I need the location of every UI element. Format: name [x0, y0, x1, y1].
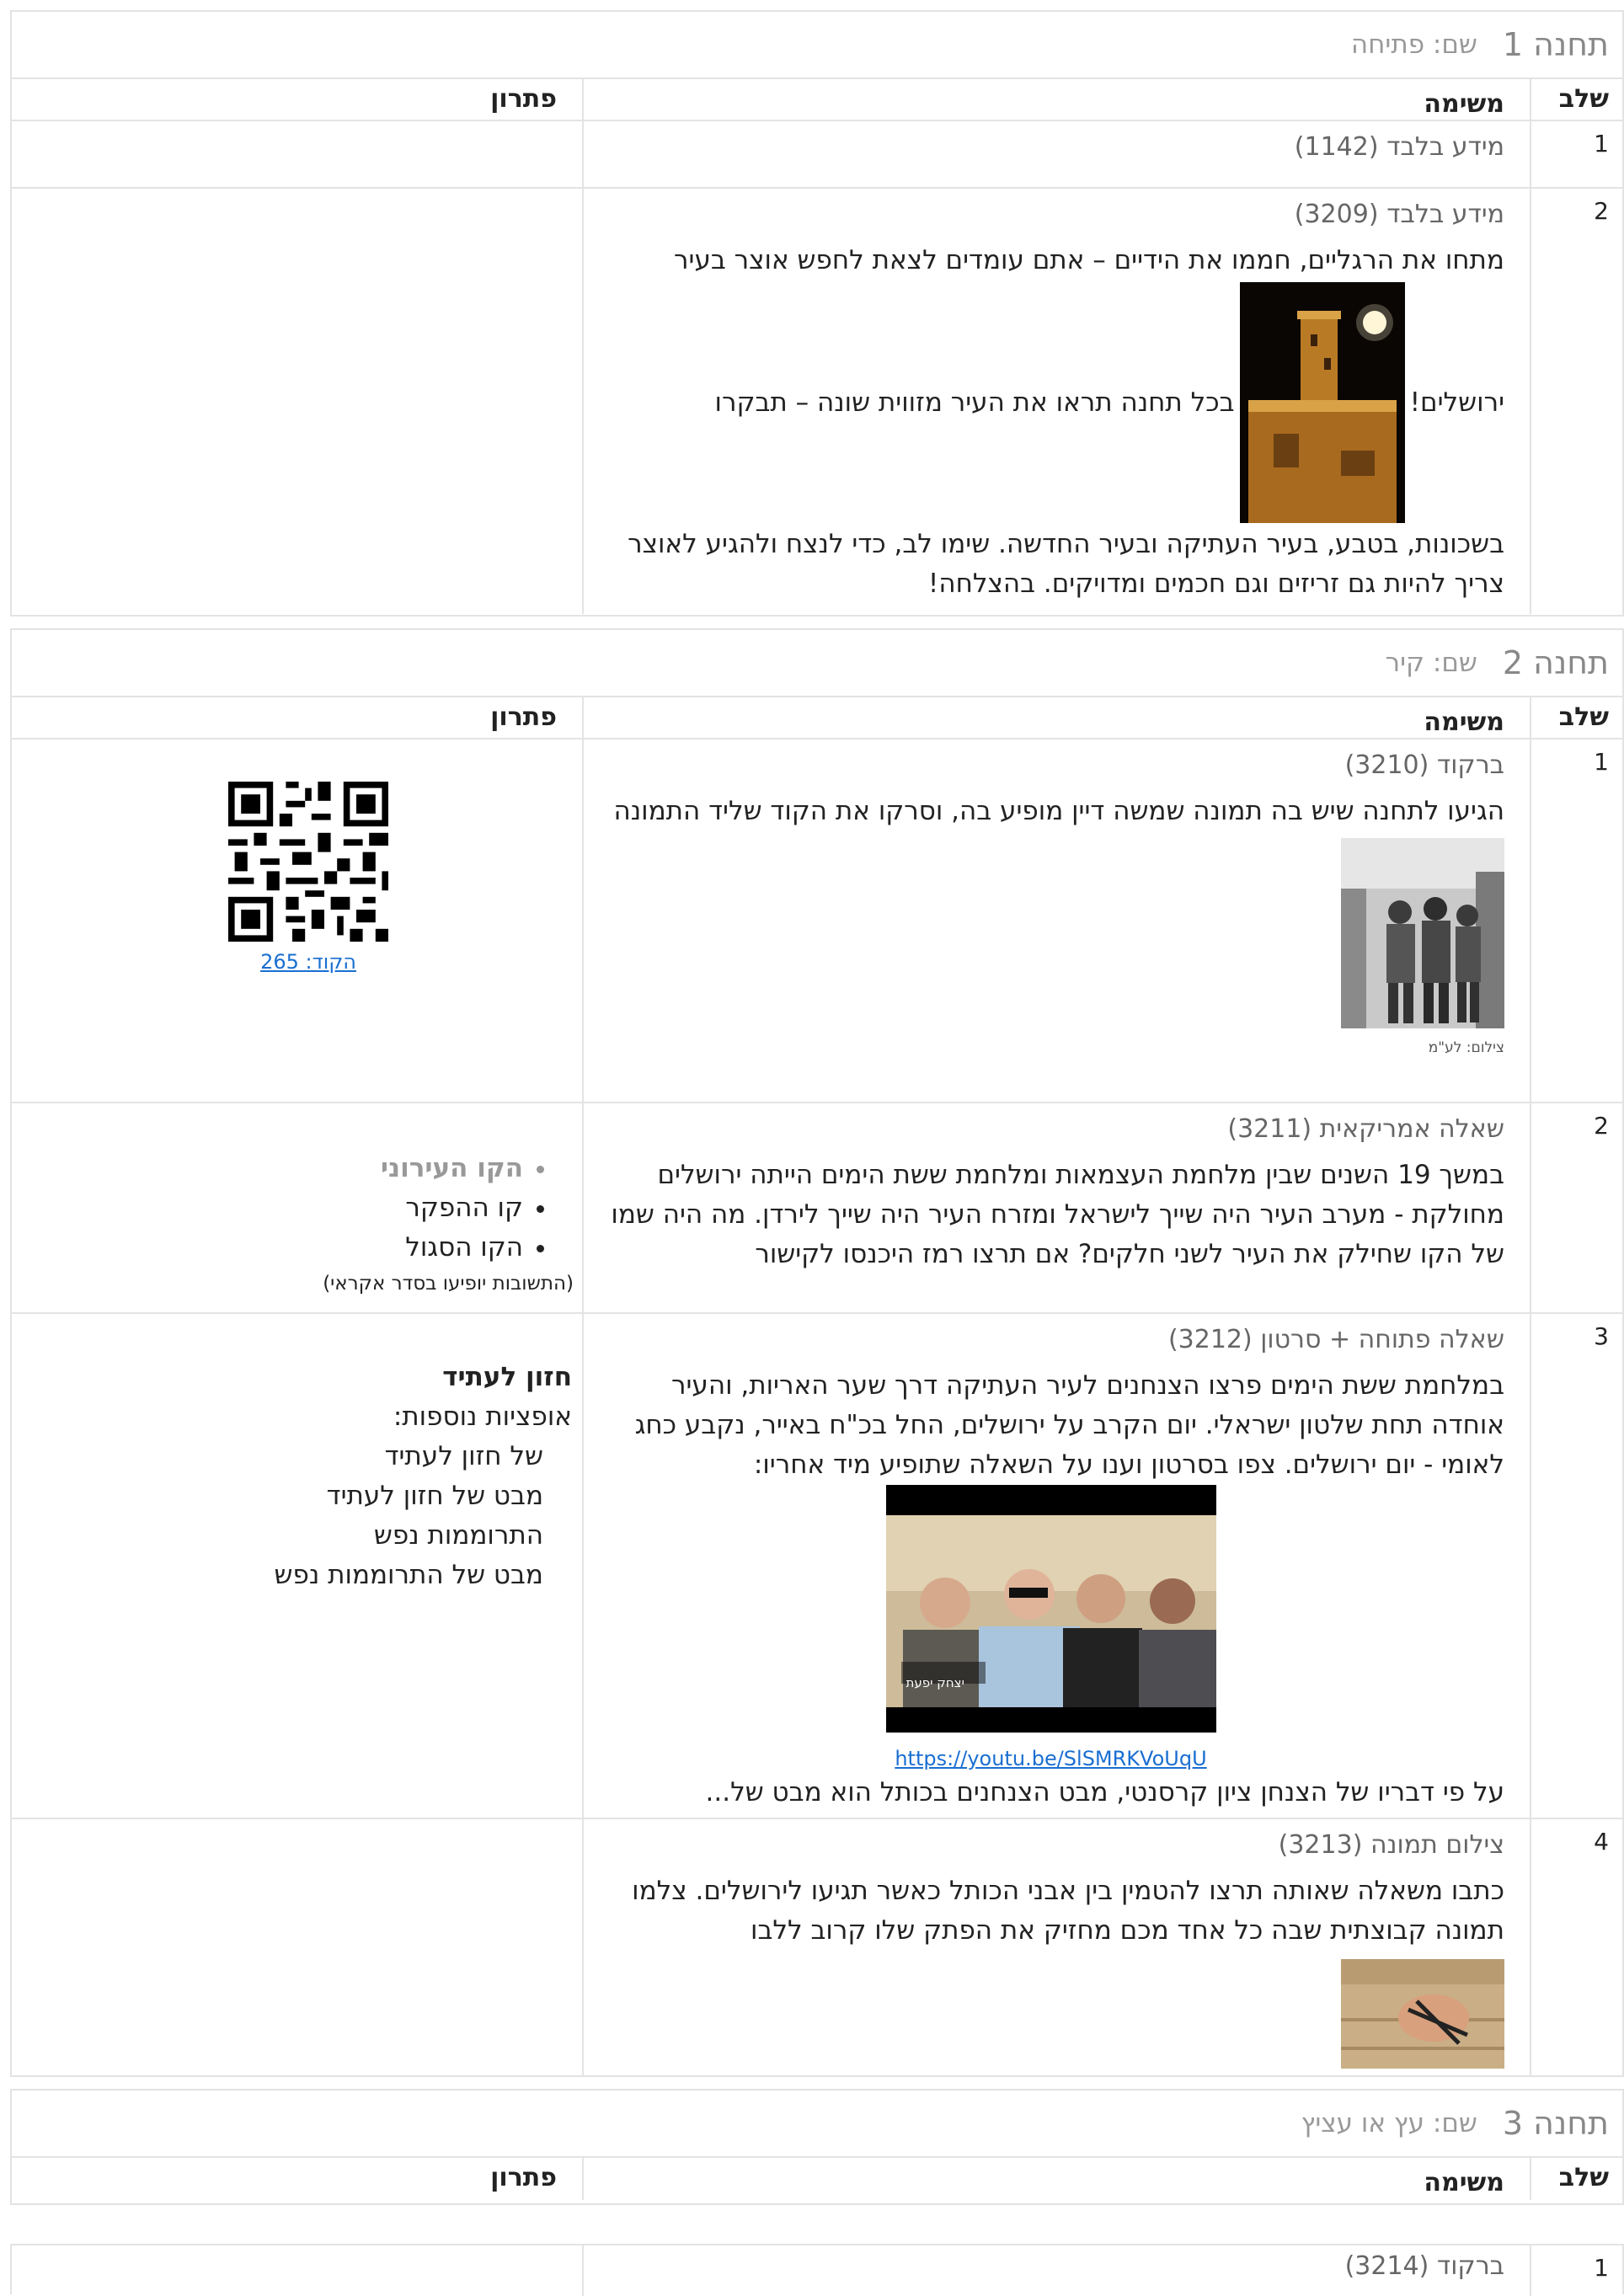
solution-cell: הקו העירוני קו ההפקר הקו הסגול (התשובות …	[12, 1103, 582, 1312]
task-cell: צילום תמונה (3213) כתבו משאלה שאותה תרצו…	[582, 1819, 1530, 2077]
header-task: משימה	[582, 79, 1530, 120]
task-type: צילום תמונה (3213)	[1278, 1830, 1504, 1860]
step-number: 1	[1530, 2245, 1622, 2296]
step-number: 1	[1530, 121, 1622, 187]
task-text: ירושלים!	[1409, 387, 1504, 418]
station-title: תחנה 1	[1502, 26, 1609, 63]
task-cell: מידע בלבד (1142)	[582, 121, 1530, 187]
task-text: הגיעו לתחנה שיש בה תמונה שמשה דיין מופיע…	[613, 796, 1504, 826]
solution-cell: חזון לעתיד אופציות נוספות: של חזון לעתיד…	[12, 1314, 582, 1818]
video-thumbnail[interactable]: יצחק יפעת	[885, 1485, 1216, 1733]
solution-cell	[12, 1819, 582, 2077]
answer-option: מבט של חזון לעתיד	[326, 1481, 543, 1511]
task-type: מידע בלבד (3209)	[1294, 200, 1504, 229]
header-task: משימה	[582, 697, 1530, 738]
answer-subtitle: אופציות נוספות:	[393, 1402, 572, 1432]
task-cell: שאלה אמריקאית (3211) במשך 19 השנים שבין …	[582, 1103, 1530, 1312]
task-text: במלחמת ששת הימים פרצו הצנחנים לעיר העתיק…	[634, 1370, 1504, 1480]
table-row: 2 מידע בלבד (3209) מתחו את הרגליים, חממו…	[12, 189, 1622, 614]
options-list: הקו העירוני קו ההפקר הקו הסגול	[85, 1149, 557, 1268]
task-text-with-image: ירושלים! בכל תחנה תראו את העיר מזווית שו…	[597, 280, 1504, 525]
table-row: 4 צילום תמונה (3213) כתבו משאלה שאותה תר…	[12, 1819, 1622, 2077]
open-answer: חזון לעתיד אופציות נוספות: של חזון לעתיד…	[235, 1358, 572, 1595]
qr-code-link[interactable]: הקוד: 265	[228, 950, 388, 974]
solution-cell: הקוד: 265	[12, 740, 582, 1102]
station-3-row: 1 ברקוד (3214)	[10, 2244, 1624, 2296]
station-name: שם: עץ או עציץ	[1301, 2108, 1477, 2138]
header-solution: פתרון	[490, 702, 557, 732]
answer-option: של חזון לעתיד	[384, 1441, 543, 1471]
solution-cell	[12, 121, 582, 187]
video-block: יצחק יפעת https://youtu.be/SlSMRKVoUqU	[597, 1485, 1504, 1773]
table-header: שלב משימה פתרון	[12, 2158, 1622, 2200]
answer-option: התרוממות נפש	[373, 1520, 543, 1551]
task-text: על פי דבריו של הצנחן ציון קרסנטי, מבט הצ…	[705, 1777, 1504, 1807]
qr-block: הקוד: 265	[228, 782, 388, 974]
station-header: תחנה 2 שם: קיר	[12, 630, 1622, 697]
page: תחנה 1 שם: פתיחה שלב משימה פתרון 1 מידע …	[0, 0, 1624, 2296]
station-3: תחנה 3 שם: עץ או עציץ שלב משימה פתרון	[10, 2089, 1624, 2205]
header-step: שלב	[1530, 697, 1622, 738]
table-header: שלב משימה פתרון	[12, 79, 1622, 121]
header-task: משימה	[582, 2158, 1530, 2200]
header-solution: פתרון	[490, 84, 557, 114]
header-solution: פתרון	[490, 2163, 557, 2192]
note-in-wall-photo	[1341, 1959, 1504, 2069]
task-cell: ברקוד (3214)	[582, 2245, 1530, 2296]
task-type: ברקוד (3210)	[1344, 750, 1504, 780]
task-cell: ברקוד (3210) הגיעו לתחנה שיש בה תמונה שמ…	[582, 740, 1530, 1102]
table-row: 3 שאלה פתוחה + סרטון (3212) במלחמת ששת ה…	[12, 1314, 1622, 1819]
table-row: 1 מידע בלבד (1142)	[12, 121, 1622, 189]
solution-cell	[12, 2245, 582, 2296]
table-row: 1 ברקוד (3214)	[12, 2245, 1622, 2296]
station-header: תחנה 3 שם: עץ או עציץ	[12, 2090, 1622, 2158]
photo-caption: צילום: לע"מ	[1428, 1039, 1504, 1056]
answer-option: מבט של התרוממות נפש	[274, 1560, 543, 1590]
moshe-dayan-photo	[1341, 838, 1504, 1028]
step-number: 4	[1530, 1819, 1622, 2077]
station-title: תחנה 3	[1502, 2105, 1609, 2142]
task-text: בכל תחנה תראו את העיר מזווית שונה – תבקר…	[714, 387, 1235, 418]
task-text: בשכונות, בטבע, בעיר העתיקה ובעיר החדשה. …	[628, 529, 1504, 599]
table-header: שלב משימה פתרון	[12, 697, 1622, 740]
task-type: מידע בלבד (1142)	[1294, 132, 1504, 162]
correct-option: הקו העירוני	[85, 1149, 523, 1188]
task-type: ברקוד (3214)	[1344, 2251, 1504, 2281]
task-type: שאלה פתוחה + סרטון (3212)	[1167, 1325, 1504, 1354]
station-name: שם: קיר	[1385, 648, 1477, 678]
task-text: מתחו את הרגליים, חממו את הידיים – אתם עו…	[674, 245, 1504, 275]
qr-code-icon	[228, 782, 388, 942]
option-item: הקו הסגול	[85, 1228, 523, 1268]
header-step: שלב	[1530, 2158, 1622, 2200]
task-cell: שאלה פתוחה + סרטון (3212) במלחמת ששת הימ…	[582, 1314, 1530, 1818]
station-1: תחנה 1 שם: פתיחה שלב משימה פתרון 1 מידע …	[10, 10, 1624, 617]
step-number: 2	[1530, 189, 1622, 614]
station-2: תחנה 2 שם: קיר שלב משימה פתרון 1 ברקוד (…	[10, 628, 1624, 2077]
task-text: במשך 19 השנים שבין מלחמת העצמאות ומלחמת …	[611, 1160, 1504, 1269]
option-item: קו ההפקר	[85, 1188, 523, 1228]
station-name: שם: פתיחה	[1350, 29, 1477, 60]
step-number: 2	[1530, 1103, 1622, 1312]
table-row: 2 שאלה אמריקאית (3211) במשך 19 השנים שבי…	[12, 1103, 1622, 1314]
step-number: 1	[1530, 740, 1622, 1102]
task-text: כתבו משאלה שאותה תרצו להטמין בין אבני הכ…	[632, 1876, 1504, 1946]
task-cell: מידע בלבד (3209) מתחו את הרגליים, חממו א…	[582, 189, 1530, 614]
step-number: 3	[1530, 1314, 1622, 1818]
table-row: 1 ברקוד (3210) הגיעו לתחנה שיש בה תמונה …	[12, 740, 1622, 1103]
options-note: (התשובות יופיעו בסדר אקראי)	[323, 1273, 574, 1295]
video-link[interactable]: https://youtu.be/SlSMRKVoUqU	[597, 1744, 1504, 1773]
solution-cell	[12, 189, 582, 614]
task-type: שאלה אמריקאית (3211)	[1227, 1114, 1504, 1144]
station-title: תחנה 2	[1502, 644, 1609, 681]
answer-title: חזון לעתיד	[442, 1362, 572, 1392]
video-caption: יצחק יפעת	[905, 1675, 964, 1690]
tower-of-david-photo	[1239, 282, 1405, 523]
header-step: שלב	[1530, 79, 1622, 120]
station-header: תחנה 1 שם: פתיחה	[12, 12, 1622, 79]
answer-options: הקו העירוני קו ההפקר הקו הסגול (התשובות …	[85, 1149, 574, 1295]
